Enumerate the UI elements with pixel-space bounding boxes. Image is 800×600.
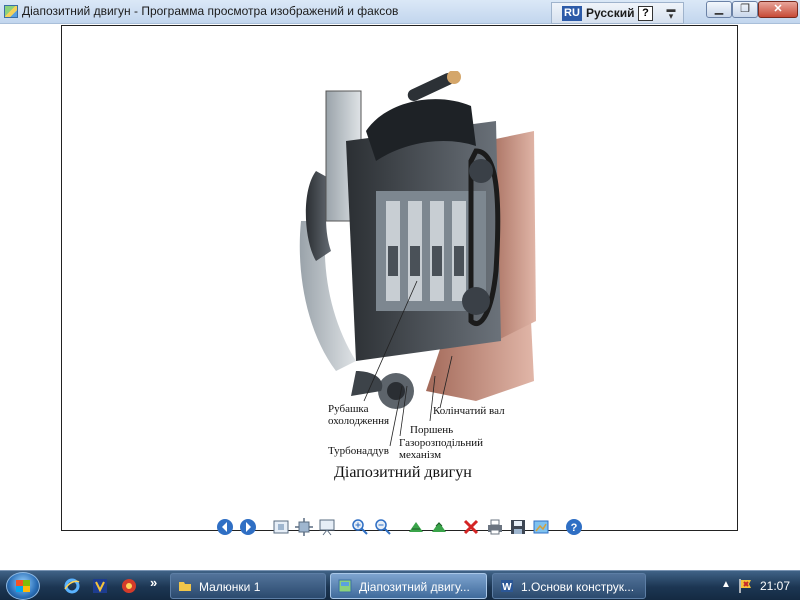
image-viewer-icon — [338, 579, 352, 593]
close-button[interactable]: ✕ — [758, 1, 798, 18]
language-name[interactable]: Русский — [586, 6, 635, 20]
help-icon[interactable]: ? — [565, 518, 583, 536]
image-caption: Діапозитний двигун — [334, 464, 472, 481]
language-code[interactable]: RU — [562, 6, 582, 21]
language-options-icon[interactable]: ▬ ▾ — [664, 5, 678, 21]
rotate-clockwise-icon[interactable] — [407, 518, 425, 536]
edit-icon[interactable] — [532, 518, 550, 536]
minimize-button[interactable]: ▁ — [706, 1, 732, 18]
window-title: Діапозитний двигун - Программа просмотра… — [22, 4, 399, 18]
language-bar[interactable]: RU Русский ? ▬ ▾ — [551, 2, 684, 24]
label-piston: Поршень — [410, 424, 454, 436]
next-image-icon[interactable] — [239, 518, 257, 536]
label-cooling-jacket: Рубашка охолодження — [328, 403, 390, 427]
language-help-button[interactable]: ? — [638, 6, 653, 21]
taskbar: » Малюнки 1 Діапозитний двигу... W 1.Осн… — [0, 570, 800, 600]
title-bar: Діапозитний двигун - Программа просмотра… — [0, 0, 800, 24]
zoom-out-icon[interactable] — [374, 518, 392, 536]
actual-size-icon[interactable] — [295, 518, 313, 536]
image-page: Рубашка охолодження Колінчатий вал Порше… — [61, 25, 738, 531]
task-label: Малюнки 1 — [199, 580, 261, 594]
folder-icon — [179, 582, 191, 591]
start-button[interactable] — [6, 572, 40, 600]
image-viewer-app-icon[interactable] — [4, 5, 18, 18]
internet-explorer-icon[interactable] — [64, 578, 80, 594]
browser-icon[interactable] — [121, 578, 137, 594]
label-crankshaft: Колінчатий вал — [433, 405, 505, 417]
rotate-counterclockwise-icon[interactable] — [430, 518, 448, 536]
svg-text:?: ? — [571, 522, 578, 534]
best-fit-icon[interactable] — [272, 518, 290, 536]
prev-image-icon[interactable] — [216, 518, 234, 536]
image-viewer-area: Рубашка охолодження Колінчатий вал Порше… — [0, 24, 800, 570]
label-timing-mechanism: Газорозподільний механізм — [399, 437, 483, 461]
task-malyunky[interactable]: Малюнки 1 — [170, 573, 326, 599]
viewer-toolbar: ? — [210, 516, 590, 538]
print-icon[interactable] — [486, 518, 504, 536]
task-label: Діапозитний двигу... — [359, 580, 470, 594]
slideshow-icon[interactable] — [318, 518, 336, 536]
delete-icon[interactable] — [462, 518, 480, 536]
label-turbocharger: Турбонаддув — [328, 445, 389, 457]
windows-logo-lower — [16, 586, 30, 592]
media-player-icon[interactable] — [92, 578, 108, 594]
task-word-document[interactable]: W 1.Основи конструк... — [492, 573, 646, 599]
word-document-icon: W — [501, 580, 513, 593]
action-center-flag-icon[interactable] — [737, 577, 754, 594]
maximize-button[interactable]: ❐ — [732, 1, 758, 18]
show-hidden-icons-button[interactable]: ▲ — [721, 579, 731, 590]
zoom-in-icon[interactable] — [351, 518, 369, 536]
task-label: 1.Основи конструк... — [521, 580, 635, 594]
task-image-viewer[interactable]: Діапозитний двигу... — [330, 573, 487, 599]
clock[interactable]: 21:07 — [760, 579, 790, 593]
quick-launch-more[interactable]: » — [150, 575, 157, 590]
save-icon[interactable] — [509, 518, 527, 536]
svg-text:W: W — [502, 582, 512, 593]
